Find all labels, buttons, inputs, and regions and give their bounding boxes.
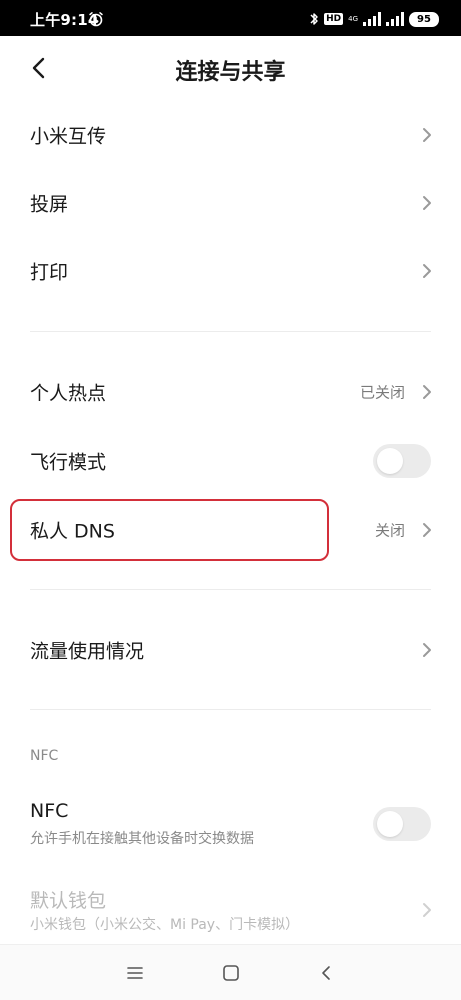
- alarm-icon: [89, 12, 103, 27]
- chevron-right-icon: [423, 196, 431, 210]
- chevron-right-icon: [423, 903, 431, 917]
- list-item-screencast[interactable]: 投屏: [0, 169, 461, 237]
- list-item-mi-share[interactable]: 小米互传: [0, 101, 461, 169]
- list-item-airplane-mode: 飞行模式: [0, 427, 461, 495]
- toggle-knob: [377, 811, 403, 837]
- list-item-nfc: NFC 允许手机在接触其他设备时交换数据: [0, 790, 461, 858]
- hd-badge: HD: [324, 13, 344, 25]
- highlight-annotation-box: [10, 499, 329, 561]
- list-item-hotspot[interactable]: 个人热点 已关闭: [0, 358, 461, 426]
- private-dns-status: 关闭: [374, 521, 405, 540]
- wallet-subtitle: 小米钱包（小米公交、Mi Pay、门卡模拟）: [30, 917, 300, 933]
- nfc-title: NFC: [30, 800, 69, 822]
- nfc-toggle[interactable]: [373, 807, 431, 841]
- status-icons: HD 4G 95: [309, 10, 439, 28]
- list-item-label: 投屏: [30, 193, 69, 216]
- list-item-label: 小米互传: [30, 125, 107, 148]
- section-header-nfc: NFC: [30, 748, 59, 764]
- signal-icon-2: [386, 12, 404, 26]
- list-item-default-wallet[interactable]: 默认钱包 小米钱包（小米公交、Mi Pay、门卡模拟）: [0, 876, 461, 944]
- list-item-print[interactable]: 打印: [0, 237, 461, 305]
- status-bar: 上午9:14 HD 4G 95: [0, 0, 461, 36]
- hotspot-status: 已关闭: [359, 383, 405, 402]
- list-item-data-usage[interactable]: 流量使用情况: [0, 616, 461, 684]
- wallet-title: 默认钱包: [30, 890, 107, 912]
- bluetooth-icon: [310, 13, 318, 25]
- chevron-right-icon: [423, 523, 431, 537]
- chevron-right-icon: [423, 128, 431, 142]
- divider: [30, 589, 431, 590]
- network-type: 4G: [348, 14, 358, 23]
- menu-icon[interactable]: [126, 965, 144, 981]
- list-item-label: 个人热点: [30, 382, 107, 405]
- page-title: 连接与共享: [175, 60, 286, 85]
- back-nav-icon[interactable]: [320, 964, 332, 982]
- chevron-right-icon: [423, 643, 431, 657]
- airplane-mode-toggle[interactable]: [373, 444, 431, 478]
- list-item-label: 流量使用情况: [30, 640, 145, 663]
- network-type-badge: 4G: [348, 14, 358, 23]
- navigation-bar: [0, 944, 461, 1000]
- chevron-right-icon: [423, 385, 431, 399]
- header: 连接与共享: [0, 36, 461, 100]
- divider: [30, 331, 431, 332]
- home-icon[interactable]: [222, 964, 240, 982]
- list-item-label: 飞行模式: [30, 451, 107, 474]
- chevron-right-icon: [423, 264, 431, 278]
- divider: [30, 709, 431, 710]
- battery-indicator: 95: [409, 11, 439, 27]
- nfc-subtitle: 允许手机在接触其他设备时交换数据: [30, 831, 254, 847]
- list-item-label: 打印: [30, 261, 69, 284]
- signal-icon: [363, 12, 381, 26]
- toggle-knob: [377, 448, 403, 474]
